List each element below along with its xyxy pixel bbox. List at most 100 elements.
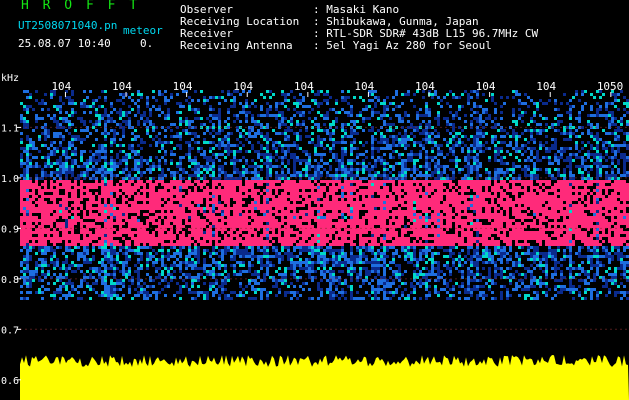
heat-cell — [101, 234, 104, 237]
heat-cell — [68, 264, 71, 267]
heat-cell — [188, 147, 191, 150]
heat-cell — [56, 123, 59, 126]
heat-cell — [248, 183, 251, 186]
heat-cell — [269, 174, 272, 177]
heat-cell — [203, 267, 206, 270]
heat-cell — [56, 258, 59, 261]
heat-cell — [44, 261, 47, 264]
heat-cell — [62, 216, 65, 219]
heat-cell — [101, 114, 104, 117]
heat-cell — [161, 273, 164, 276]
heat-cell — [140, 285, 143, 288]
heat-cell — [371, 111, 374, 114]
heat-cell — [98, 171, 101, 174]
heat-cell — [155, 156, 158, 159]
heat-cell — [266, 195, 269, 198]
heat-cell — [176, 243, 179, 246]
heat-cell — [41, 270, 44, 273]
heat-cell — [161, 183, 164, 186]
heat-cell — [266, 237, 269, 240]
heat-cell — [242, 252, 245, 255]
heat-cell — [146, 219, 149, 222]
heat-cell — [59, 165, 62, 168]
heat-cell — [128, 258, 131, 261]
heat-cell — [293, 285, 296, 288]
heat-cell — [137, 234, 140, 237]
heat-cell — [164, 279, 167, 282]
heat-cell — [188, 234, 191, 237]
heat-cell — [311, 225, 314, 228]
heat-cell — [206, 168, 209, 171]
heat-cell — [104, 135, 107, 138]
heat-cell — [245, 237, 248, 240]
heat-cell — [167, 234, 170, 237]
heat-cell — [320, 102, 323, 105]
heat-cell — [326, 99, 329, 102]
heat-cell — [92, 267, 95, 270]
heat-cell — [389, 246, 392, 249]
heat-cell — [149, 120, 152, 123]
heat-cell — [71, 252, 74, 255]
heat-cell — [26, 96, 29, 99]
heat-cell — [137, 243, 140, 246]
heat-cell — [233, 267, 236, 270]
heat-cell — [326, 201, 329, 204]
heat-cell — [125, 123, 128, 126]
heat-cell — [215, 234, 218, 237]
heat-cell — [233, 165, 236, 168]
heat-cell — [203, 231, 206, 234]
heat-cell — [224, 162, 227, 165]
heat-cell — [383, 267, 386, 270]
heat-cell — [47, 210, 50, 213]
heat-cell — [140, 255, 143, 258]
heat-cell — [107, 237, 110, 240]
heat-cell — [227, 123, 230, 126]
heat-cell — [323, 237, 326, 240]
heat-cell — [329, 288, 332, 291]
heat-cell — [107, 189, 110, 192]
heat-cell — [248, 105, 251, 108]
heat-cell — [236, 129, 239, 132]
heat-cell — [263, 195, 266, 198]
heat-cell — [344, 168, 347, 171]
heat-cell — [95, 108, 98, 111]
heat-cell — [266, 213, 269, 216]
heat-cell — [143, 159, 146, 162]
heat-cell — [53, 213, 56, 216]
heat-cell — [143, 246, 146, 249]
heat-cell — [128, 147, 131, 150]
heat-cell — [242, 243, 245, 246]
heat-cell — [86, 195, 89, 198]
heat-cell — [92, 213, 95, 216]
heat-cell — [266, 165, 269, 168]
heat-cell — [134, 219, 137, 222]
heat-cell — [149, 144, 152, 147]
heat-cell — [266, 249, 269, 252]
heat-cell — [371, 183, 374, 186]
heat-cell — [158, 108, 161, 111]
heat-cell — [341, 282, 344, 285]
heat-cell — [221, 192, 224, 195]
heat-cell — [152, 243, 155, 246]
heat-cell — [110, 243, 113, 246]
heat-cell — [344, 129, 347, 132]
heat-cell — [149, 219, 152, 222]
heat-cell — [125, 246, 128, 249]
heat-cell — [98, 114, 101, 117]
heat-cell — [245, 234, 248, 237]
heat-cell — [221, 171, 224, 174]
heat-cell — [224, 138, 227, 141]
heat-cell — [323, 114, 326, 117]
heat-cell — [32, 192, 35, 195]
heat-cell — [368, 237, 371, 240]
heat-cell — [122, 264, 125, 267]
heat-cell — [89, 234, 92, 237]
heat-cell — [158, 90, 161, 93]
heat-cell — [65, 186, 68, 189]
heat-cell — [35, 147, 38, 150]
heat-cell — [227, 294, 230, 297]
heat-cell — [341, 183, 344, 186]
heat-cell — [23, 243, 26, 246]
heat-cell — [218, 294, 221, 297]
heat-cell — [71, 198, 74, 201]
